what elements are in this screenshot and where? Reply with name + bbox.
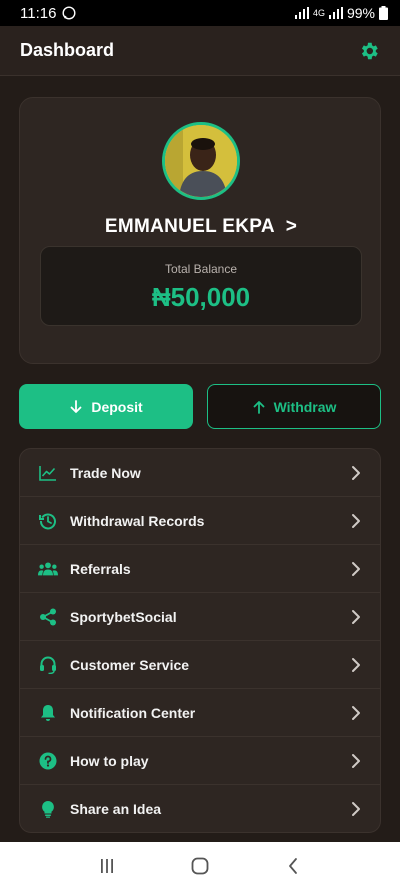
home-button[interactable] xyxy=(180,851,220,881)
menu-item-label: Referrals xyxy=(70,560,131,577)
battery-icon xyxy=(379,6,388,20)
avatar-photo xyxy=(165,125,237,197)
balance-label: Total Balance xyxy=(164,262,238,276)
withdraw-label: Withdraw xyxy=(273,398,337,415)
menu-item-notification-center[interactable]: Notification Center xyxy=(20,689,380,737)
menu-item-label: SportybetSocial xyxy=(70,608,177,625)
user-name-text: EMMANUEL EKPA xyxy=(104,216,275,237)
gear-icon[interactable] xyxy=(358,40,380,62)
menu-item-label: Notification Center xyxy=(70,704,196,721)
menu-item-label: How to play xyxy=(70,752,149,769)
back-icon xyxy=(289,857,298,874)
network-type: 4G xyxy=(312,8,325,18)
menu-item-how-to-play[interactable]: How to play xyxy=(20,737,380,785)
history-icon xyxy=(38,511,58,531)
status-right: 4G 99% xyxy=(294,5,388,21)
recent-apps-icon xyxy=(100,858,113,873)
share-icon xyxy=(38,607,58,627)
app-header: Dashboard xyxy=(0,26,400,76)
chevron-right-icon xyxy=(352,802,360,816)
withdraw-button[interactable]: Withdraw xyxy=(207,384,381,429)
signal-icon xyxy=(294,7,309,19)
user-name-arrow: > xyxy=(285,216,298,237)
menu-item-sportybet-social[interactable]: SportybetSocial xyxy=(20,593,380,641)
chevron-right-icon xyxy=(352,753,360,768)
chart-line-icon xyxy=(38,463,58,483)
status-bar: 11:16 4G 99% xyxy=(0,0,400,26)
user-name[interactable]: EMMANUEL EKPA > xyxy=(20,216,382,238)
balance-box: Total Balance ₦50,000 xyxy=(40,246,362,326)
profile-card: EMMANUEL EKPA > Total Balance ₦50,000 xyxy=(19,97,381,364)
deposit-label: Deposit xyxy=(91,398,143,415)
home-icon xyxy=(191,857,209,874)
deposit-button[interactable]: Deposit xyxy=(19,384,193,429)
system-nav-bar xyxy=(0,842,400,889)
status-left: 11:16 xyxy=(20,5,76,22)
question-icon xyxy=(38,751,58,771)
chevron-right-icon xyxy=(352,465,360,480)
menu-item-label: Share an Idea xyxy=(70,801,162,817)
chevron-right-icon xyxy=(352,705,360,720)
menu-item-withdrawal-records[interactable]: Withdrawal Records xyxy=(20,497,380,545)
menu-item-customer-service[interactable]: Customer Service xyxy=(20,641,380,689)
signal-icon-2 xyxy=(328,7,343,19)
status-time: 11:16 xyxy=(20,4,57,22)
chevron-right-icon xyxy=(352,609,360,624)
whatsapp-icon xyxy=(62,6,76,20)
menu-item-label: Trade Now xyxy=(70,464,141,481)
bell-icon xyxy=(38,703,58,723)
battery-percent: 99% xyxy=(346,5,375,21)
menu-list: Trade Now Withdrawal Records Referrals S… xyxy=(19,448,381,833)
arrow-down-icon xyxy=(70,399,82,413)
menu-item-referrals[interactable]: Referrals xyxy=(20,545,380,593)
menu-item-share-idea[interactable]: Share an Idea xyxy=(20,785,380,832)
users-icon xyxy=(38,559,58,579)
lightbulb-icon xyxy=(38,799,58,819)
chevron-right-icon xyxy=(352,657,360,672)
page-title: Dashboard xyxy=(20,40,115,60)
chevron-right-icon xyxy=(352,513,360,528)
avatar[interactable] xyxy=(162,122,240,200)
chevron-right-icon xyxy=(352,561,360,576)
back-button[interactable] xyxy=(273,851,313,881)
recent-apps-button[interactable] xyxy=(87,851,127,881)
headset-icon xyxy=(38,655,58,675)
balance-amount: ₦50,000 xyxy=(151,282,251,312)
menu-item-label: Withdrawal Records xyxy=(70,512,205,529)
arrow-up-icon xyxy=(253,400,264,414)
menu-item-trade-now[interactable]: Trade Now xyxy=(20,449,380,497)
menu-item-label: Customer Service xyxy=(70,656,190,673)
